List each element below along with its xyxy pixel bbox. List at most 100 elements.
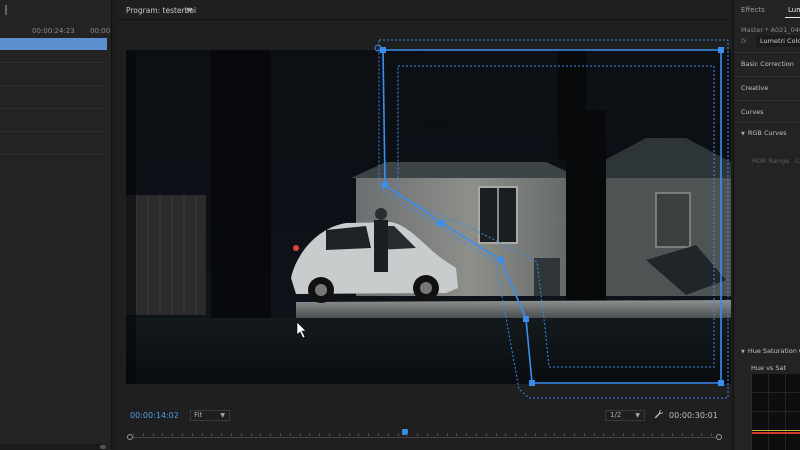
current-timecode[interactable]: 00:00:14:02 (130, 411, 179, 420)
hamburger-icon[interactable]: ≡ (186, 5, 193, 14)
chevron-down-icon: ▼ (635, 412, 640, 419)
graph-grid-line (752, 411, 800, 412)
program-video-frame[interactable] (126, 50, 731, 384)
time-ruler-tick (162, 433, 164, 436)
time-ruler-tick (407, 433, 409, 436)
subsection-hue-saturation-curves[interactable]: ▼ Hue Saturation C (741, 347, 800, 355)
time-ruler-tick (329, 433, 330, 436)
hue-curve-yellow (752, 430, 800, 431)
time-ruler-tick (632, 433, 634, 436)
graph-grid-line (768, 374, 769, 450)
time-ruler-tick (182, 433, 183, 436)
section-divider (734, 52, 800, 53)
time-ruler-tick (583, 433, 585, 436)
timeline-timecode-end: 00:00 (90, 27, 111, 35)
time-ruler-tick (642, 433, 644, 436)
time-ruler-tick (427, 433, 428, 436)
program-monitor-header: Program: testerboi ≡ (117, 0, 731, 20)
time-ruler-tick (133, 433, 134, 436)
time-ruler-tick (250, 433, 252, 436)
zoom-level-select[interactable]: Fit ▼ (190, 410, 230, 421)
zoom-handle-end[interactable] (716, 434, 722, 440)
time-ruler[interactable] (127, 429, 722, 442)
caret-down-icon: ▼ (741, 131, 745, 137)
time-ruler-tick (240, 433, 242, 436)
time-ruler-tick (515, 433, 517, 436)
premiere-workspace: 00:00:24:23 00:00 Program: testerboi ≡ 0… (0, 0, 800, 450)
timeline-scrollbar[interactable] (0, 444, 107, 450)
time-ruler-tick (280, 433, 281, 436)
section-divider (734, 76, 800, 77)
tab-effects[interactable]: Effects (741, 6, 765, 14)
timeline-work-area-bar[interactable] (0, 38, 107, 50)
time-ruler-tick (191, 433, 193, 436)
time-ruler-tick (397, 433, 399, 436)
tab-lumetri-color[interactable]: Lumi (788, 6, 800, 14)
active-tab-indicator (785, 17, 800, 18)
time-ruler-tick (378, 433, 379, 436)
time-ruler-tick (652, 433, 654, 436)
time-ruler-tick (446, 433, 448, 436)
wrench-icon[interactable] (654, 409, 664, 419)
time-ruler-tick (152, 433, 154, 436)
scrollbar-thumb[interactable] (100, 445, 106, 449)
section-creative[interactable]: Creative (741, 84, 768, 92)
time-ruler-tick (691, 433, 693, 436)
time-ruler-tick (270, 433, 272, 436)
time-ruler-tick (417, 433, 419, 436)
time-ruler-tick (211, 433, 213, 436)
time-ruler-tick (456, 433, 458, 436)
time-ruler-tick (368, 433, 370, 436)
time-ruler-tick (319, 433, 321, 436)
time-ruler-line (131, 437, 718, 438)
hue-vs-sat-label: Hue vs Sat (751, 364, 787, 372)
time-ruler-tick (338, 433, 340, 436)
subsection-rgb-curves[interactable]: ▼ RGB Curves (741, 129, 787, 137)
effect-select[interactable]: Lumetri Colo (756, 35, 800, 47)
program-monitor: Program: testerboi ≡ 00:00:14:02 Fit ▼ 1… (117, 0, 731, 450)
caret-down-icon: ▼ (741, 349, 745, 355)
graph-grid-line (752, 392, 800, 393)
time-ruler-tick (574, 433, 575, 436)
time-ruler-tick (613, 433, 615, 436)
duration-timecode: 00:00:30:01 (669, 411, 718, 420)
playback-resolution-select[interactable]: 1/2 ▼ (605, 410, 645, 421)
rgb-curves-label: RGB Curves (747, 129, 787, 137)
time-ruler-tick (701, 433, 703, 436)
time-ruler-tick (593, 433, 595, 436)
timeline-timecode: 00:00:24:23 (32, 27, 75, 35)
time-ruler-tick (231, 433, 232, 436)
time-ruler-tick (681, 433, 683, 436)
time-ruler-tick (711, 433, 713, 436)
time-ruler-tick (495, 433, 497, 436)
time-ruler-tick (358, 433, 360, 436)
time-ruler-tick (221, 433, 223, 436)
time-ruler-tick (201, 433, 203, 436)
track-divider (0, 108, 107, 109)
time-ruler-tick (534, 433, 536, 436)
time-ruler-tick (466, 433, 468, 436)
time-ruler-tick (260, 433, 262, 436)
section-curves[interactable]: Curves (741, 108, 764, 116)
clip-master-label[interactable]: Master * A021_0408 (741, 26, 800, 34)
time-ruler-tick (348, 433, 350, 436)
timeline-panel: 00:00:24:23 00:00 (0, 0, 112, 450)
section-divider (734, 122, 800, 123)
time-ruler-tick (309, 433, 311, 436)
time-ruler-tick (603, 433, 605, 436)
hdr-range-label: HDR Range Co (752, 157, 800, 165)
time-ruler-tick (662, 433, 664, 436)
graph-grid-line (785, 374, 786, 450)
time-ruler-tick (564, 433, 566, 436)
lumetri-panel: Effects Lumi Master * A021_0408 fx Lumet… (733, 0, 800, 450)
time-ruler-tick (172, 433, 174, 436)
time-ruler-tick (142, 433, 144, 436)
time-ruler-tick (672, 433, 673, 436)
time-ruler-tick (387, 433, 389, 436)
time-ruler-tick (289, 433, 291, 436)
section-basic-correction[interactable]: Basic Correction (741, 60, 794, 68)
hue-vs-sat-graph[interactable] (751, 374, 800, 450)
time-ruler-tick (505, 433, 507, 436)
track-divider (0, 62, 107, 63)
time-ruler-tick (623, 433, 624, 436)
